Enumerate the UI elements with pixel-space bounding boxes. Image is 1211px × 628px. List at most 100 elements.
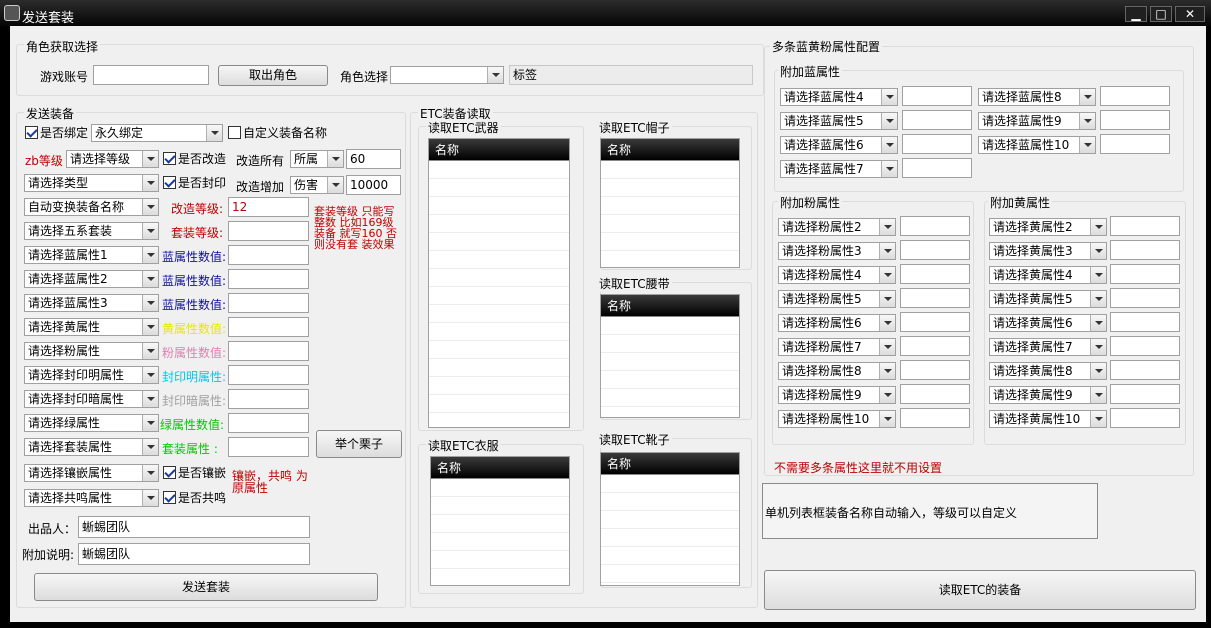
inlay-select[interactable]: 请选择镶嵌属性 xyxy=(24,464,159,482)
modify-checkbox[interactable]: 是否改造 xyxy=(163,152,226,166)
yellow-attr-select[interactable]: 请选择黄属性7 xyxy=(989,338,1107,356)
maximize-button[interactable]: □ xyxy=(1150,6,1172,22)
yellow-attr-select[interactable]: 请选择黄属性2 xyxy=(989,218,1107,236)
yellow-attr-select[interactable]: 请选择黄属性9 xyxy=(989,386,1107,404)
pink-attr-select[interactable]: 请选择粉属性9 xyxy=(778,386,896,404)
read-etc-button[interactable]: 读取ETC的装备 xyxy=(764,570,1196,610)
blue-attr-select[interactable]: 请选择蓝属性10 xyxy=(978,136,1096,154)
account-input[interactable] xyxy=(93,65,209,85)
yellow-attr-select[interactable]: 请选择黄属性4 xyxy=(989,266,1107,284)
yellow-attr-input[interactable] xyxy=(1110,360,1180,380)
yellow-attr-select[interactable]: 请选择黄属性8 xyxy=(989,362,1107,380)
yellow-attr-input[interactable] xyxy=(1110,408,1180,428)
auto-name-select[interactable]: 自动变换装备名称 xyxy=(24,198,159,216)
blue3-input[interactable] xyxy=(228,293,309,313)
seal-checkbox[interactable]: 是否封印 xyxy=(163,176,226,190)
yellow-attr-select[interactable]: 请选择黄属性5 xyxy=(989,290,1107,308)
blue-attr-input[interactable] xyxy=(902,134,972,154)
pink-attr-input[interactable] xyxy=(900,264,970,284)
pink-attr-input[interactable] xyxy=(900,288,970,308)
blue2-select[interactable]: 请选择蓝属性2 xyxy=(24,270,159,288)
set-attr-input[interactable] xyxy=(228,437,309,457)
level-select[interactable]: 请选择等级 xyxy=(66,150,159,168)
blue1-input[interactable] xyxy=(228,245,309,265)
etc-hat-list[interactable]: 名称 xyxy=(600,138,740,268)
bind-select[interactable]: 永久绑定 xyxy=(91,124,223,142)
pink-attr-select[interactable]: 请选择粉属性10 xyxy=(778,410,896,428)
blue-attr-select[interactable]: 请选择蓝属性8 xyxy=(978,88,1096,106)
modify-add-input[interactable]: 10000 xyxy=(346,175,401,195)
pink-attr-input[interactable] xyxy=(900,216,970,236)
pink-attr-input[interactable] xyxy=(900,384,970,404)
yellow-input[interactable] xyxy=(228,317,309,337)
etc-clothes-list[interactable]: 名称 xyxy=(430,456,570,586)
seal-light-select[interactable]: 请选择封印明属性 xyxy=(24,366,159,384)
seal-dark-select[interactable]: 请选择封印暗属性 xyxy=(24,390,159,408)
yellow-attr-select[interactable]: 请选择黄属性10 xyxy=(989,410,1107,428)
blue-attr-input[interactable] xyxy=(902,158,972,178)
blue-attr-select[interactable]: 请选择蓝属性7 xyxy=(780,160,898,178)
blue-attr-select[interactable]: 请选择蓝属性4 xyxy=(780,88,898,106)
inlay-checkbox[interactable]: 是否镶嵌 xyxy=(163,466,226,480)
etc-shoes-list[interactable]: 名称 xyxy=(600,452,740,586)
yellow-attr-select[interactable]: 请选择黄属性6 xyxy=(989,314,1107,332)
yellow-attr-input[interactable] xyxy=(1110,288,1180,308)
blue-attr-select[interactable]: 请选择蓝属性6 xyxy=(780,136,898,154)
send-set-button[interactable]: 发送套装 xyxy=(34,573,378,601)
producer-input[interactable]: 蜥蜴团队 xyxy=(78,516,310,538)
green-select[interactable]: 请选择绿属性 xyxy=(24,414,159,432)
blue-attr-input[interactable] xyxy=(902,110,972,130)
etc-weapon-list[interactable]: 名称 xyxy=(428,138,570,428)
blue-attr-input[interactable] xyxy=(1100,110,1170,130)
blue-attr-select[interactable]: 请选择蓝属性5 xyxy=(780,112,898,130)
custom-name-checkbox[interactable]: 自定义装备名称 xyxy=(228,126,327,140)
green-input[interactable] xyxy=(228,413,309,433)
pink-attr-input[interactable] xyxy=(900,360,970,380)
yellow-attr-input[interactable] xyxy=(1110,216,1180,236)
pink-attr-input[interactable] xyxy=(900,336,970,356)
type-select[interactable]: 请选择类型 xyxy=(24,174,159,192)
role-select[interactable] xyxy=(390,66,504,84)
pink-attr-select[interactable]: 请选择粉属性6 xyxy=(778,314,896,332)
blue3-select[interactable]: 请选择蓝属性3 xyxy=(24,294,159,312)
etc-hat-label[interactable]: 读取ETC帽子 xyxy=(597,119,672,136)
modify-all-select[interactable]: 所属 xyxy=(290,150,344,168)
pink-attr-select[interactable]: 请选择粉属性7 xyxy=(778,338,896,356)
modify-add-select[interactable]: 伤害 xyxy=(290,176,344,194)
note-input[interactable]: 蜥蜴团队 xyxy=(78,543,310,565)
etc-weapon-label[interactable]: 读取ETC武器 xyxy=(426,119,501,136)
pink-attr-select[interactable]: 请选择粉属性2 xyxy=(778,218,896,236)
yellow-attr-select[interactable]: 请选择黄属性3 xyxy=(989,242,1107,260)
five-set-select[interactable]: 请选择五系套装 xyxy=(24,222,159,240)
example-button[interactable]: 举个栗子 xyxy=(316,430,402,458)
blue-attr-select[interactable]: 请选择蓝属性9 xyxy=(978,112,1096,130)
etc-belt-label[interactable]: 读取ETC腰带 xyxy=(597,275,672,292)
etc-shoes-label[interactable]: 读取ETC靴子 xyxy=(597,431,672,448)
pink-attr-select[interactable]: 请选择粉属性5 xyxy=(778,290,896,308)
mod-level-input[interactable]: 12 xyxy=(228,197,309,217)
yellow-attr-input[interactable] xyxy=(1110,312,1180,332)
blue-attr-input[interactable] xyxy=(902,86,972,106)
resonance-checkbox[interactable]: 是否共鸣 xyxy=(163,491,226,505)
close-button[interactable]: ✕ xyxy=(1175,6,1205,22)
yellow-attr-input[interactable] xyxy=(1110,240,1180,260)
pink-attr-input[interactable] xyxy=(900,408,970,428)
etc-belt-list[interactable]: 名称 xyxy=(600,294,740,418)
pink-attr-input[interactable] xyxy=(900,240,970,260)
blue2-input[interactable] xyxy=(228,269,309,289)
blue-attr-input[interactable] xyxy=(1100,134,1170,154)
etc-clothes-label[interactable]: 读取ETC衣服 xyxy=(426,437,501,454)
bind-checkbox[interactable]: 是否绑定 xyxy=(25,126,88,140)
minimize-button[interactable]: ▁ xyxy=(1125,6,1147,22)
blue-attr-input[interactable] xyxy=(1100,86,1170,106)
pink-attr-select[interactable]: 请选择粉属性8 xyxy=(778,362,896,380)
pink-input[interactable] xyxy=(228,341,309,361)
pink-select[interactable]: 请选择粉属性 xyxy=(24,342,159,360)
seal-light-input[interactable] xyxy=(228,365,309,385)
pink-attr-select[interactable]: 请选择粉属性3 xyxy=(778,242,896,260)
pink-attr-input[interactable] xyxy=(900,312,970,332)
modify-value-input[interactable]: 60 xyxy=(346,149,401,169)
blue1-select[interactable]: 请选择蓝属性1 xyxy=(24,246,159,264)
set-level-input[interactable] xyxy=(228,221,309,241)
pink-attr-select[interactable]: 请选择粉属性4 xyxy=(778,266,896,284)
